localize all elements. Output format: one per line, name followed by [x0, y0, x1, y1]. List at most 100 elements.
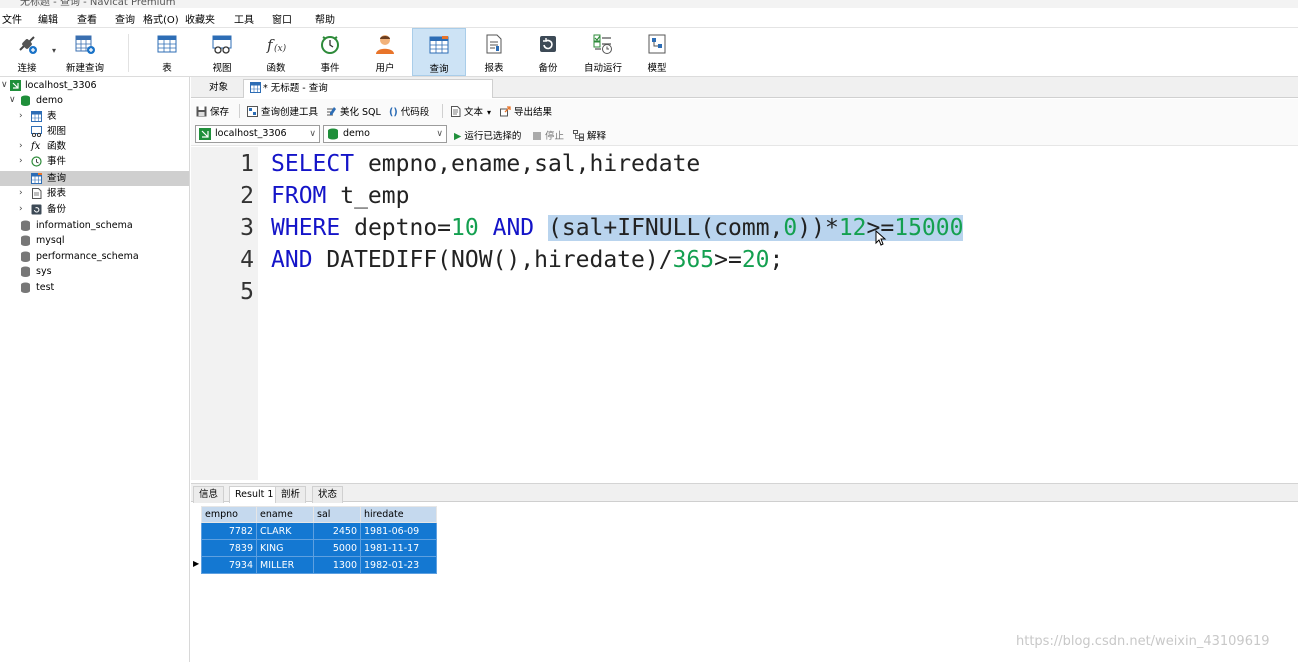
tab-label: * 无标题 - 查询 [263, 83, 328, 94]
table-cell[interactable]: 2450 [313, 522, 361, 540]
builder-icon [247, 106, 258, 117]
menu-query[interactable]: 查询 [115, 11, 135, 26]
tree-tables[interactable]: › 表 [0, 109, 189, 124]
table-cell[interactable]: CLARK [256, 522, 314, 540]
builder-label: 查询创建工具 [261, 107, 319, 118]
event-button[interactable]: 事件 [305, 28, 355, 76]
tree-label: 表 [47, 111, 57, 122]
collapse-arrow-icon[interactable]: › [19, 139, 23, 154]
collapse-arrow-icon[interactable]: › [19, 202, 23, 217]
table-cell[interactable]: 1981-06-09 [360, 522, 437, 540]
tree-database[interactable]: test [0, 280, 189, 295]
automation-button[interactable]: 自动运行 [578, 28, 628, 76]
table-cell[interactable]: 1300 [313, 556, 361, 574]
model-label: 模型 [647, 63, 667, 74]
tree-reports[interactable]: › 报表 [0, 186, 189, 201]
table-cell[interactable]: 7839 [201, 539, 257, 557]
query-button[interactable]: 查询 [412, 28, 466, 76]
collapse-arrow-icon[interactable]: › [19, 109, 23, 124]
tree-database[interactable]: performance_schema [0, 249, 189, 264]
table-cell[interactable]: MILLER [256, 556, 314, 574]
tab-info[interactable]: 信息 [193, 486, 225, 503]
expand-arrow-icon[interactable]: ∨ [9, 93, 16, 108]
table-cell[interactable]: 7934 [201, 556, 257, 574]
collapse-arrow-icon[interactable]: › [19, 186, 23, 201]
table-row[interactable]: 7839 KING 5000 1981-11-17 [201, 539, 437, 557]
menu-format[interactable]: 格式(O) [143, 11, 179, 26]
tree-queries[interactable]: 查询 [0, 171, 189, 186]
tab-result-1[interactable]: Result 1 [229, 486, 280, 503]
tree-connection[interactable]: ∨ localhost_3306 [0, 78, 189, 93]
user-button[interactable]: 用户 [360, 28, 410, 76]
database-icon [21, 95, 30, 106]
connection-select[interactable]: localhost_3306 ∨ [195, 125, 320, 143]
table-cell[interactable]: 5000 [313, 539, 361, 557]
stop-button[interactable]: 停止 [533, 128, 564, 142]
menu-view[interactable]: 查看 [77, 11, 97, 26]
export-results-button[interactable]: 导出结果 [500, 104, 552, 118]
beautify-sql-button[interactable]: 美化 SQL [326, 104, 381, 118]
save-button[interactable]: 保存 [196, 104, 229, 118]
save-icon [196, 106, 207, 117]
table-cell[interactable]: KING [256, 539, 314, 557]
tab-status[interactable]: 状态 [312, 486, 344, 503]
menu-favorites[interactable]: 收藏夹 [185, 11, 215, 26]
connection-bar: localhost_3306 ∨ demo ∨ ▶ 运行已选择的 停止 解释 [191, 123, 1298, 146]
table-cell[interactable]: 7782 [201, 522, 257, 540]
column-header[interactable]: empno [201, 506, 257, 523]
function-button[interactable]: f (x) 函数 [251, 28, 301, 76]
menu-edit[interactable]: 编辑 [38, 11, 58, 26]
menu-help[interactable]: 帮助 [315, 11, 335, 26]
tree-database[interactable]: sys [0, 264, 189, 279]
tree-database[interactable]: information_schema [0, 218, 189, 233]
menu-window[interactable]: 窗口 [272, 11, 292, 26]
backup-button[interactable]: 备份 [523, 28, 573, 76]
report-button[interactable]: 报表 [469, 28, 519, 76]
menu-file[interactable]: 文件 [2, 11, 22, 26]
table-row[interactable]: 7934 MILLER 1300 1982-01-23 [201, 556, 437, 574]
event-label: 事件 [320, 63, 340, 74]
run-label: 运行已选择的 [464, 131, 522, 142]
snippet-button[interactable]: () 代码段 [389, 104, 429, 118]
function-icon: fx [31, 141, 41, 152]
expand-arrow-icon[interactable]: ∨ [1, 78, 8, 93]
connection-value: localhost_3306 [215, 128, 287, 139]
code-token: 10 [451, 215, 479, 241]
tree-views[interactable]: 视图 [0, 124, 189, 139]
code-token: 15000 [894, 215, 964, 241]
query-builder-button[interactable]: 查询创建工具 [247, 104, 318, 118]
run-selected-button[interactable]: ▶ 运行已选择的 [454, 128, 521, 142]
connect-button[interactable]: 连接 [2, 28, 52, 76]
column-header[interactable]: hiredate [360, 506, 437, 523]
main-toolbar: 连接 ▾ 新建查询 表 视图 f (x) 函数 事件 用户 查询 报表 备份 自… [0, 28, 1298, 77]
table-cell[interactable]: 1981-11-17 [360, 539, 437, 557]
text-button[interactable]: 文本 ▾ [450, 104, 491, 118]
explain-button[interactable]: 解释 [573, 128, 606, 142]
table-cell[interactable]: 1982-01-23 [360, 556, 437, 574]
tree-database[interactable]: mysql [0, 233, 189, 248]
collapse-arrow-icon[interactable]: › [19, 154, 23, 169]
clock-icon [31, 156, 42, 167]
column-header[interactable]: sal [313, 506, 361, 523]
sql-editor[interactable]: 1 2 3 4 5 SELECT empno,ename,sal,hiredat… [191, 147, 1298, 480]
tree-functions[interactable]: › fx 函数 [0, 139, 189, 154]
new-query-button[interactable]: 新建查询 [60, 28, 110, 76]
model-button[interactable]: 模型 [632, 28, 682, 76]
column-header[interactable]: ename [256, 506, 314, 523]
chevron-down-icon[interactable]: ▾ [52, 46, 56, 55]
play-icon: ▶ [454, 131, 462, 142]
tree-database-demo[interactable]: ∨ demo [0, 93, 189, 108]
table-button[interactable]: 表 [142, 28, 192, 76]
menu-tools[interactable]: 工具 [234, 11, 254, 26]
table-row[interactable]: 7782 CLARK 2450 1981-06-09 [201, 522, 437, 540]
tab-profile[interactable]: 剖析 [275, 486, 307, 503]
tab-objects[interactable]: 对象 [203, 79, 234, 98]
tree-backups[interactable]: › 备份 [0, 202, 189, 217]
toolbar-divider [239, 104, 240, 118]
menu-bar: 文件 编辑 查看 查询 格式(O) 收藏夹 工具 窗口 帮助 [0, 8, 1298, 28]
tab-query[interactable]: * 无标题 - 查询 [243, 79, 493, 98]
view-button[interactable]: 视图 [197, 28, 247, 76]
code-token: 12 [838, 215, 867, 241]
tree-events[interactable]: › 事件 [0, 154, 189, 169]
database-select[interactable]: demo ∨ [323, 125, 447, 143]
